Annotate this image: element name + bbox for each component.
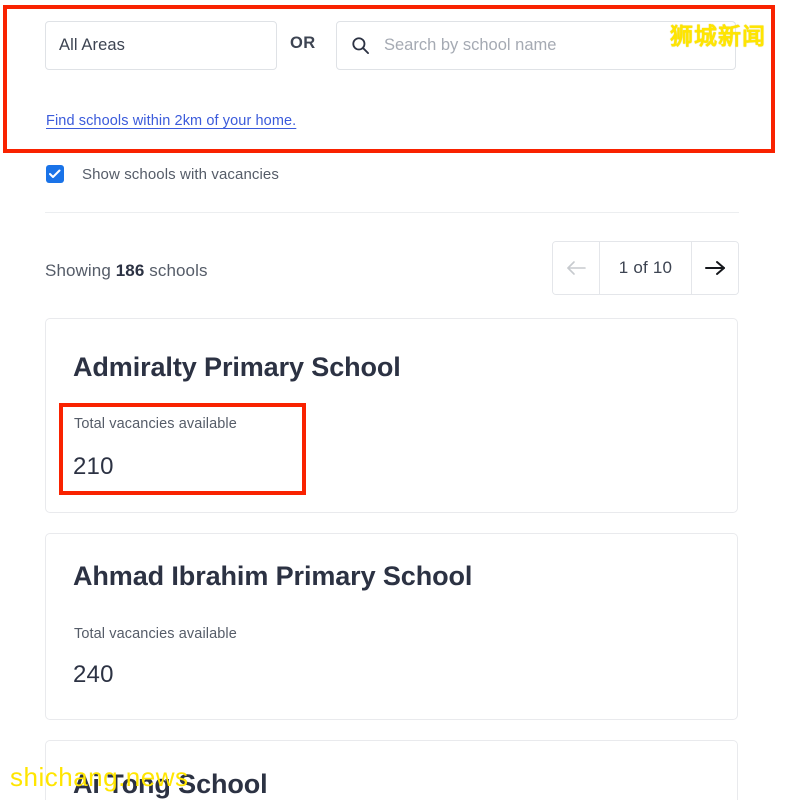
show-vacancies-label: Show schools with vacancies — [82, 165, 279, 183]
area-select-value: All Areas — [59, 36, 126, 54]
results-count-number: 186 — [115, 261, 145, 280]
or-label: OR — [290, 34, 316, 52]
section-divider — [45, 212, 739, 213]
pagination-label: 1 of 10 — [618, 258, 673, 277]
school-card[interactable]: Admiralty Primary School Total vacancies… — [45, 318, 738, 513]
find-schools-nearby-link[interactable]: Find schools within 2km of your home. — [46, 113, 296, 129]
pagination-prev-button[interactable] — [553, 242, 600, 294]
showing-prefix: Showing — [45, 261, 111, 280]
vacancy-label: Total vacancies available — [74, 416, 237, 432]
arrow-right-icon — [705, 261, 725, 275]
check-icon — [49, 169, 61, 178]
school-name: Ai Tong School — [73, 769, 268, 799]
school-name: Admiralty Primary School — [73, 352, 401, 382]
vacancy-label: Total vacancies available — [74, 626, 237, 642]
showing-suffix: schools — [149, 261, 208, 280]
school-search-box[interactable] — [336, 21, 736, 70]
school-search-page: All Areas OR Find schools within 2km of … — [0, 0, 794, 800]
search-input[interactable] — [384, 36, 714, 55]
school-name: Ahmad Ibrahim Primary School — [73, 561, 473, 591]
show-vacancies-row[interactable]: Show schools with vacancies — [46, 165, 279, 183]
pagination: 1 of 10 — [552, 241, 739, 295]
pagination-next-button[interactable] — [691, 242, 738, 294]
show-vacancies-checkbox[interactable] — [46, 165, 64, 183]
vacancy-count: 240 — [73, 661, 114, 688]
search-icon — [351, 36, 370, 55]
results-count: Showing 186 schools — [45, 261, 208, 281]
school-card[interactable]: Ai Tong School — [45, 740, 738, 800]
vacancy-count: 210 — [73, 453, 114, 480]
area-select[interactable]: All Areas — [45, 21, 277, 70]
school-card[interactable]: Ahmad Ibrahim Primary School Total vacan… — [45, 533, 738, 720]
arrow-left-icon — [567, 261, 586, 275]
search-filter-area: All Areas OR Find schools within 2km of … — [0, 0, 794, 155]
